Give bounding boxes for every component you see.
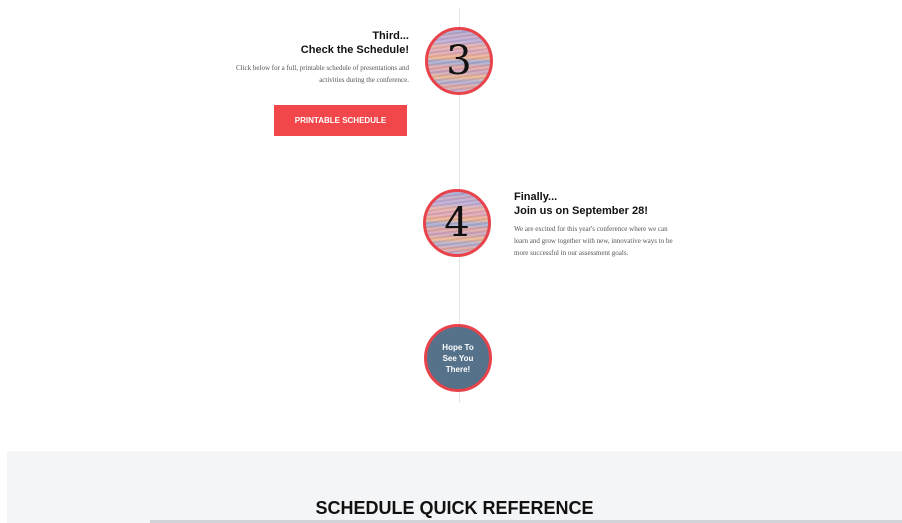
quick-reference-section: SCHEDULE QUICK REFERENCE xyxy=(7,451,902,523)
step-4-number: 4 xyxy=(444,200,470,246)
step-3-circle: 3 xyxy=(425,27,493,95)
step-3-body: Click below for a full, printable schedu… xyxy=(235,64,409,84)
step-4-title: Finally... xyxy=(514,191,558,203)
step-3-text: Third... Check the Schedule! Click below… xyxy=(209,29,409,86)
step-3-title: Third... xyxy=(372,30,409,42)
step-4-circle: 4 xyxy=(423,189,491,257)
step-3-heading: Check the Schedule! xyxy=(300,44,409,56)
printable-schedule-button[interactable]: PRINTABLE SCHEDULE xyxy=(274,105,407,136)
quick-reference-title: SCHEDULE QUICK REFERENCE xyxy=(315,498,594,518)
end-circle: Hope To See You There! xyxy=(424,324,492,392)
step-4-body: We are excited for this year's conferenc… xyxy=(514,225,673,257)
end-circle-text: Hope To See You There! xyxy=(442,342,474,374)
step-3-number: 3 xyxy=(446,38,472,84)
step-4-heading: Join us on September 28! xyxy=(514,205,648,217)
step-4-text: Finally... Join us on September 28! We a… xyxy=(514,190,674,259)
